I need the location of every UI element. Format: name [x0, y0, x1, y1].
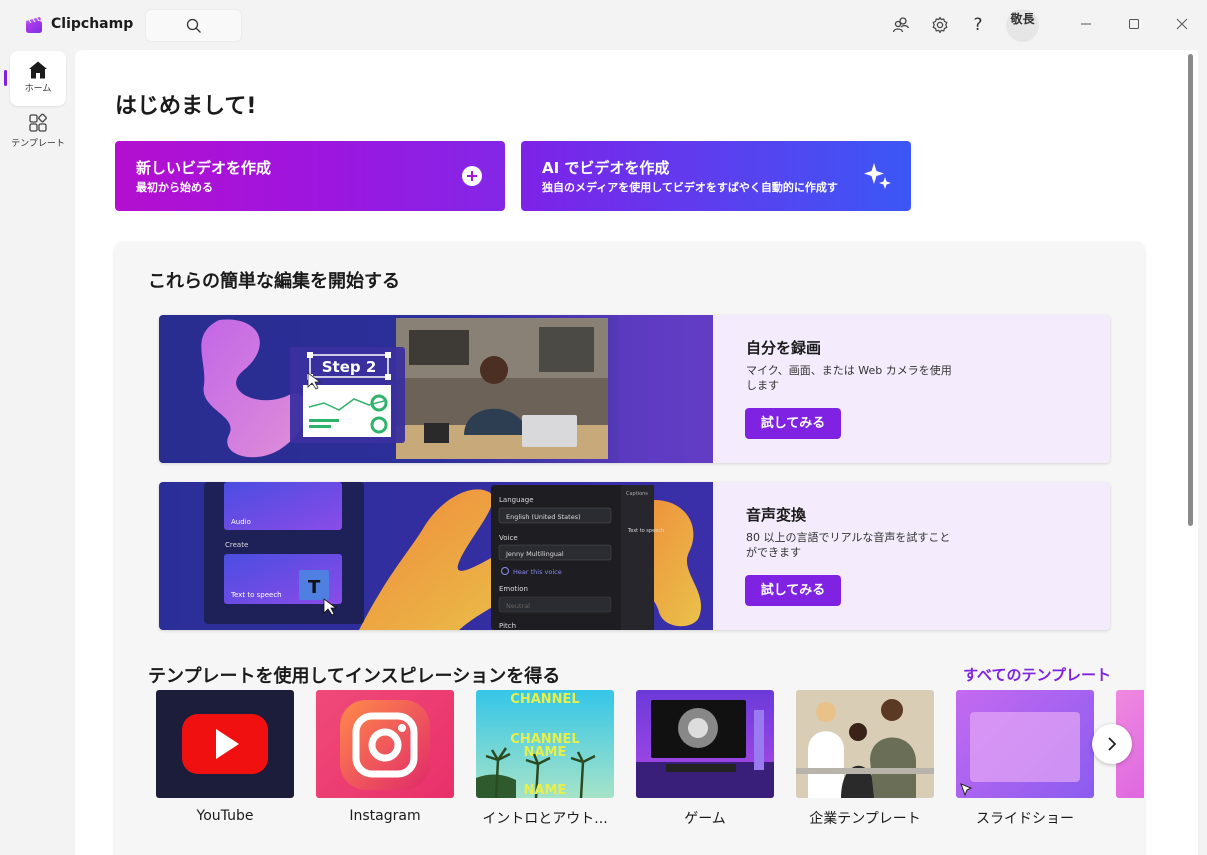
- template-label: スライドショー: [976, 811, 1074, 827]
- cta-title: AI でビデオを作成: [542, 159, 670, 177]
- template-intro-outro[interactable]: CHANNEL CHANNEL NAME NAME イントロとアウト...: [476, 690, 614, 828]
- templates-carousel: YouTube Instagram CHANNEL CHANNEL NAME N…: [156, 690, 1144, 855]
- title-bar: Clipchamp ? 敬長: [0, 0, 1207, 50]
- business-thumbnail: [796, 690, 934, 798]
- search-icon: [186, 18, 201, 33]
- people-icon: [892, 17, 910, 33]
- hear-voice-link: Hear this voice: [513, 568, 562, 576]
- text-to-speech-image: Audio Create Text to speech T Captions T…: [159, 482, 713, 630]
- record-yourself-card[interactable]: Step 2 自分を録画 マイク、画面、または Web カメラを使用します 試し…: [159, 315, 1110, 463]
- instagram-thumbnail: [316, 690, 454, 798]
- template-business[interactable]: 企業テンプレート: [796, 690, 934, 828]
- pitch-label: Pitch: [499, 622, 516, 630]
- slideshow-thumbnail: [956, 690, 1094, 798]
- sparkle-icon: [864, 163, 891, 189]
- thumb-text: NAME: [524, 745, 567, 760]
- cta-title: 新しいビデオを作成: [136, 159, 272, 177]
- intro-outro-thumbnail: CHANNEL CHANNEL NAME NAME: [476, 690, 614, 798]
- scrollbar[interactable]: [1188, 54, 1193, 526]
- template-slideshow[interactable]: スライドショー: [956, 690, 1094, 828]
- template-gaming[interactable]: ゲーム: [636, 690, 774, 828]
- carousel-next-button[interactable]: [1092, 724, 1132, 764]
- emotion-value: Neutral: [506, 602, 530, 610]
- minimize-icon: [1081, 23, 1091, 25]
- maximize-button[interactable]: [1123, 13, 1145, 35]
- try-tts-button[interactable]: 試してみる: [745, 575, 841, 606]
- help-icon: ?: [973, 15, 983, 35]
- app-title: Clipchamp: [51, 16, 134, 32]
- all-templates-link[interactable]: すべてのテンプレート: [963, 664, 1111, 685]
- audio-label: Audio: [231, 518, 251, 526]
- main-content: はじめまして! 新しいビデオを作成 最初から始める AI でビデオを作成 独自の…: [75, 50, 1198, 855]
- close-icon: [1176, 18, 1188, 30]
- search-button[interactable]: [145, 9, 242, 42]
- clipchamp-logo-icon: [26, 17, 42, 33]
- templates-section-title: テンプレートを使用してインスピレーションを得る: [148, 666, 561, 687]
- template-label: YouTube: [196, 808, 254, 824]
- help-button[interactable]: ?: [967, 14, 989, 36]
- gaming-thumbnail: [636, 690, 774, 798]
- thumb-text: CHANNEL: [510, 692, 579, 707]
- avatar[interactable]: 敬長: [1006, 9, 1039, 42]
- plus-icon: [462, 166, 482, 186]
- tts-tile-label: Text to speech: [230, 591, 282, 599]
- create-label: Create: [225, 541, 248, 549]
- create-new-video-button[interactable]: 新しいビデオを作成 最初から始める: [115, 141, 505, 211]
- settings-button[interactable]: [929, 14, 951, 36]
- section-title: これらの簡単な編集を開始する: [148, 271, 400, 292]
- template-label: ゲーム: [684, 811, 726, 827]
- close-button[interactable]: [1171, 13, 1193, 35]
- templates-icon: [29, 113, 47, 132]
- sidebar-item-label: テンプレート: [11, 139, 65, 149]
- cta-subtitle: 最初から始める: [136, 181, 213, 194]
- sidebar-item-templates[interactable]: テンプレート: [8, 113, 68, 150]
- card-title: 自分を録画: [746, 339, 822, 357]
- quick-edits-panel: これらの簡単な編集を開始する Step 2 自分を録画 マイク、画面、または W…: [115, 242, 1144, 855]
- share-users-button[interactable]: [890, 14, 912, 36]
- voice-value: Jenny Multilingual: [505, 550, 564, 558]
- card-description: 80 以上の言語でリアルな音声を試すことができます: [746, 531, 951, 559]
- record-yourself-image: Step 2: [159, 315, 713, 463]
- template-instagram[interactable]: Instagram: [316, 690, 454, 824]
- voice-label: Voice: [499, 534, 518, 542]
- thumb-text: NAME: [524, 783, 567, 798]
- emotion-label: Emotion: [499, 585, 528, 593]
- language-label: Language: [499, 496, 534, 504]
- card-description: マイク、画面、または Web カメラを使用します: [746, 364, 952, 392]
- tts-tab-label: Text to speech: [627, 528, 664, 534]
- try-record-button[interactable]: 試してみる: [745, 408, 841, 439]
- language-value: English (United States): [506, 513, 581, 521]
- template-youtube[interactable]: YouTube: [156, 690, 294, 824]
- chevron-right-icon: [1108, 737, 1117, 751]
- svg-text:T: T: [308, 577, 321, 598]
- template-label: イントロとアウト...: [482, 811, 608, 827]
- template-label: Instagram: [349, 808, 421, 824]
- sidebar-item-label: ホーム: [24, 84, 52, 94]
- maximize-icon: [1129, 19, 1139, 29]
- youtube-thumbnail: [156, 690, 294, 798]
- sidebar-item-home[interactable]: ホーム: [10, 51, 66, 106]
- captions-label: Captions: [626, 491, 648, 497]
- create-ai-video-button[interactable]: AI でビデオを作成 独自のメディアを使用してビデオをすばやく自動的に作成す: [521, 141, 911, 211]
- card-title: 音声変換: [746, 506, 807, 524]
- active-nav-indicator: [4, 70, 7, 86]
- cta-subtitle: 独自のメディアを使用してビデオをすばやく自動的に作成す: [542, 181, 838, 194]
- gear-icon: [932, 16, 948, 34]
- home-icon: [29, 61, 47, 79]
- sidebar: ホーム テンプレート: [0, 50, 75, 855]
- text-to-speech-card[interactable]: Audio Create Text to speech T Captions T…: [159, 482, 1110, 630]
- page-title: はじめまして!: [115, 94, 257, 119]
- minimize-button[interactable]: [1075, 13, 1097, 35]
- template-label: 企業テンプレート: [809, 811, 921, 827]
- step-label: Step 2: [322, 358, 377, 376]
